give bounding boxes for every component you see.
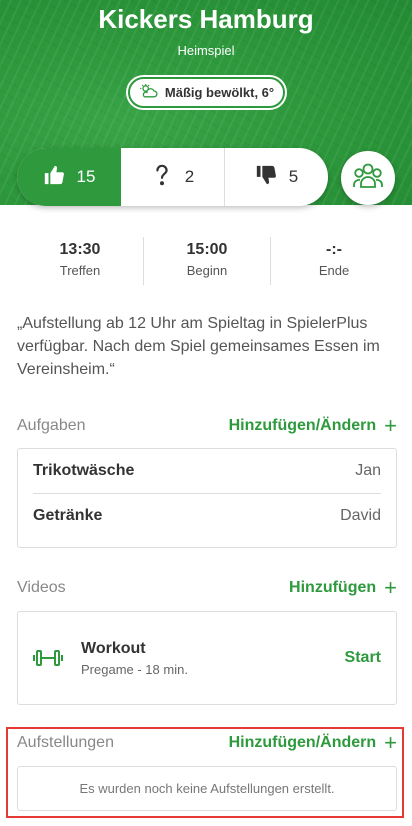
event-times: 13:30 Treffen 15:00 Beginn -:- Ende	[17, 237, 397, 285]
videos-title: Videos	[17, 579, 66, 596]
vote-maybe-button[interactable]: 2	[121, 148, 225, 206]
event-title: Kickers Hamburg	[98, 4, 314, 34]
weather-badge: Mäßig bewölkt, 6°	[128, 77, 285, 108]
lineups-edit-button[interactable]: Hinzufügen/Ändern +	[229, 732, 397, 754]
task-row[interactable]: Trikotwäsche Jan	[33, 449, 381, 493]
question-icon	[151, 164, 173, 191]
video-info: Workout Pregame - 18 min.	[81, 640, 345, 677]
tasks-edit-label: Hinzufügen/Ändern	[228, 417, 377, 434]
time-meeting: 13:30 Treffen	[17, 237, 144, 285]
vote-maybe-count: 2	[184, 167, 195, 186]
tasks-header: Aufgaben Hinzufügen/Ändern +	[17, 415, 397, 437]
task-assignee: David	[340, 506, 381, 524]
lineups-edit-label: Hinzufügen/Ändern	[228, 734, 377, 751]
time-end-value: -:-	[326, 241, 342, 258]
task-row[interactable]: Getränke David	[33, 493, 381, 537]
lineups-title: Aufstellungen	[17, 734, 114, 751]
videos-add-label: Hinzufügen	[289, 579, 377, 596]
vote-no-button[interactable]: 5	[225, 148, 328, 206]
task-name: Getränke	[33, 506, 103, 524]
weather-label: Mäßig bewölkt, 6°	[164, 85, 275, 100]
task-name: Trikotwäsche	[33, 462, 135, 479]
lineups-empty-state: Es wurden noch keine Aufstellungen erste…	[17, 766, 397, 811]
attendance-vote-bar: 15 2 5	[17, 148, 328, 206]
video-start-button[interactable]: Start	[345, 649, 381, 667]
time-start-value: 15:00	[186, 241, 228, 258]
video-item[interactable]: Workout Pregame - 18 min. Start	[18, 612, 396, 704]
video-title: Workout	[81, 639, 146, 657]
vote-yes-button[interactable]: 15	[17, 148, 121, 206]
plus-icon: +	[384, 413, 397, 438]
vote-no-count: 5	[288, 167, 299, 186]
event-note: „Aufstellung ab 12 Uhr am Spieltag in Sp…	[17, 315, 380, 378]
time-start: 15:00 Beginn	[144, 237, 271, 285]
video-subtitle: Pregame - 18 min.	[81, 661, 188, 677]
thumbs-down-icon	[255, 164, 277, 191]
thumbs-up-icon	[43, 164, 65, 191]
videos-add-button[interactable]: Hinzufügen +	[289, 577, 397, 599]
tasks-card: Trikotwäsche Jan Getränke David	[17, 448, 397, 548]
time-start-label: Beginn	[186, 263, 228, 278]
time-meeting-value: 13:30	[59, 241, 101, 258]
tasks-title: Aufgaben	[17, 417, 86, 434]
members-button[interactable]	[341, 151, 395, 205]
time-meeting-label: Treffen	[59, 263, 101, 278]
task-assignee: Jan	[355, 462, 381, 479]
tasks-edit-button[interactable]: Hinzufügen/Ändern +	[229, 415, 397, 437]
cloud-sun-icon	[139, 83, 159, 102]
plus-icon: +	[384, 575, 397, 600]
event-type: Heimspiel	[177, 43, 235, 58]
lineups-header: Aufstellungen Hinzufügen/Ändern +	[17, 732, 397, 754]
group-icon	[353, 163, 383, 194]
videos-card: Workout Pregame - 18 min. Start	[17, 611, 397, 705]
videos-header: Videos Hinzufügen +	[17, 577, 397, 599]
time-end: -:- Ende	[271, 237, 397, 285]
plus-icon: +	[384, 730, 397, 755]
dumbbell-icon	[33, 648, 63, 668]
time-end-label: Ende	[318, 263, 350, 278]
vote-yes-count: 15	[76, 167, 96, 186]
